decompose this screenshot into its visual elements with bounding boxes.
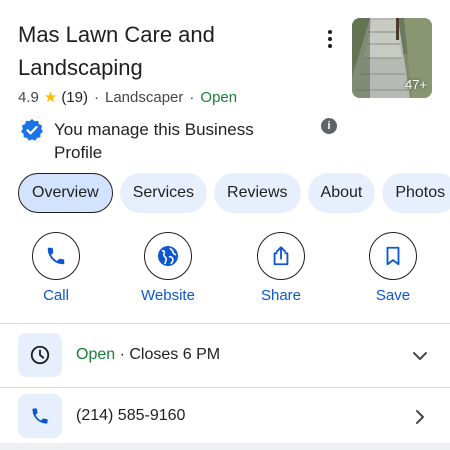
phone-icon-box [18,394,62,438]
call-circle[interactable] [32,232,80,280]
business-category: Landscaper [105,89,184,106]
chevron-down-icon[interactable] [410,346,430,366]
tab-services[interactable]: Services [119,173,208,213]
rating-line: 4.9 ★ (19) · Landscaper · Open [18,88,237,108]
phone-icon [32,408,48,424]
business-name: Mas Lawn Care and Landscaping [18,22,215,80]
hours-text: Open · Closes 6 PM [76,345,220,365]
divider [0,387,450,388]
more-options-icon[interactable] [318,28,342,50]
globe-icon [158,246,178,266]
info-icon[interactable]: i [321,118,337,134]
business-photo[interactable]: 47+ [352,18,432,98]
bookmark-icon [386,246,400,266]
share-circle[interactable] [257,232,305,280]
tab-reviews[interactable]: Reviews [214,173,301,213]
separator-dot: · [119,346,125,363]
rating-value: 4.9 [18,89,39,106]
call-button[interactable]: Call [16,232,96,305]
separator-dot: · [94,89,99,106]
section-divider-band [0,443,450,450]
clock-icon-box [18,333,62,377]
photo-count: 47+ [404,77,427,92]
separator-dot: · [189,89,195,106]
open-status: Open [200,89,238,106]
phone-row[interactable]: (214) 585-9160 [0,389,450,445]
phone-icon [47,247,65,265]
phone-number: (214) 585-9160 [76,407,186,424]
star-icon: ★ [43,89,58,106]
closing-time: Closes 6 PM [129,346,221,363]
divider [0,323,450,324]
verified-badge-icon [21,119,43,141]
share-icon [273,246,289,266]
hours-row[interactable]: Open · Closes 6 PM [0,328,450,384]
action-bar: Call Website Share Save [0,232,450,307]
hours-open-status: Open [76,346,116,363]
tab-bar: Overview Services Reviews About Photos [18,173,450,213]
manage-profile-text: You manage this Business Profile [54,120,254,162]
save-label: Save [375,287,411,304]
website-circle[interactable] [144,232,192,280]
save-circle[interactable] [369,232,417,280]
website-label: Website [141,287,195,304]
review-count[interactable]: (19) [61,88,88,108]
clock-icon [30,345,50,365]
share-label: Share [260,287,302,304]
share-button[interactable]: Share [241,232,321,305]
chevron-right-icon[interactable] [410,407,430,427]
website-button[interactable]: Website [128,232,208,305]
tab-overview[interactable]: Overview [18,173,113,213]
tab-about[interactable]: About [307,173,376,213]
call-label: Call [43,287,69,304]
tab-photos[interactable]: Photos [382,173,450,213]
save-button[interactable]: Save [353,232,433,305]
